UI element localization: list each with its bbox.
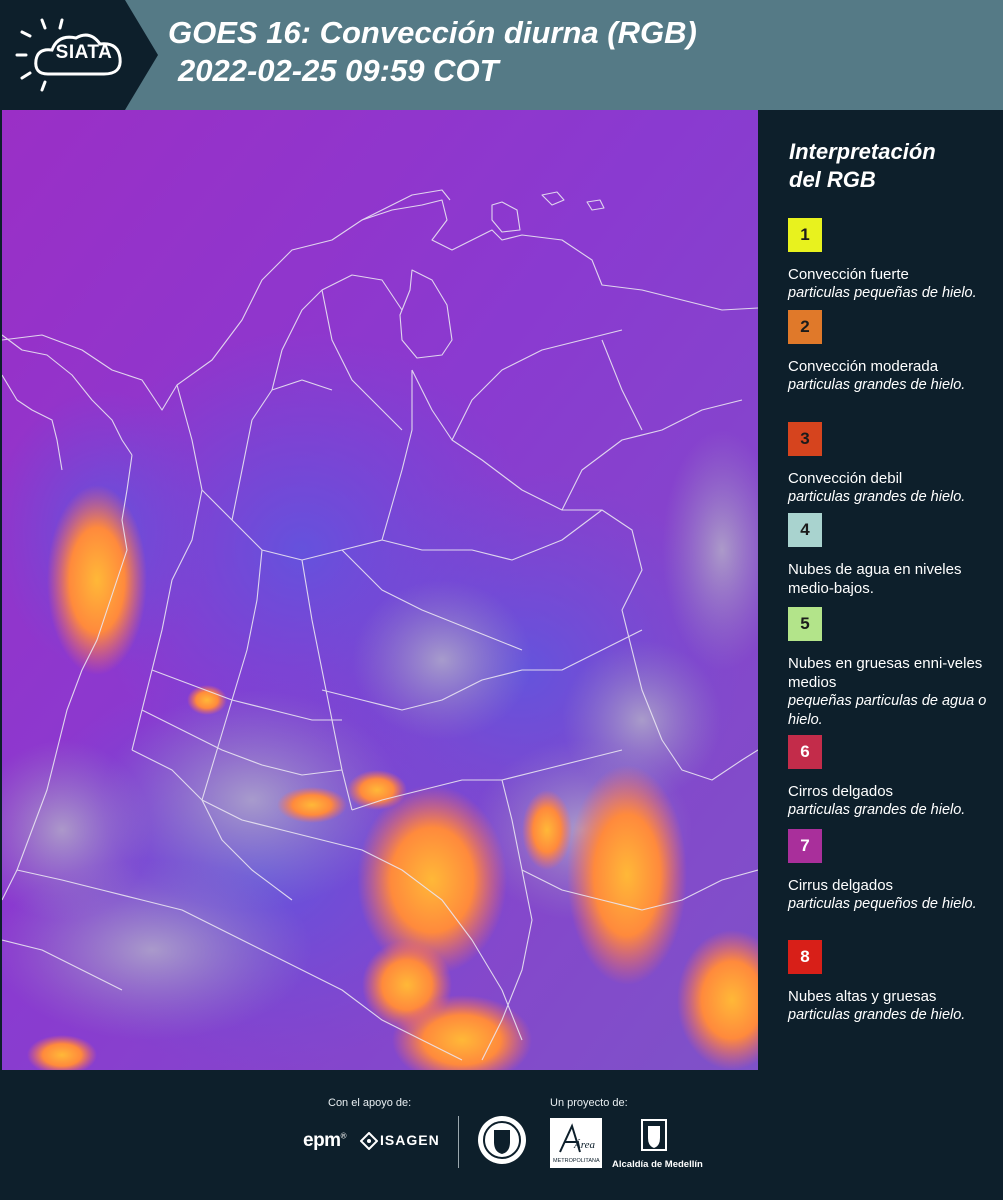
legend-item-name: Nubes altas y gruesas	[788, 988, 937, 1005]
footer-divider	[458, 1116, 459, 1168]
epm-logo: epm®	[303, 1130, 347, 1151]
legend-item-5: 5 Nubes en gruesas enni-veles medios peq…	[788, 607, 988, 730]
legend-swatch: 4	[788, 513, 822, 547]
area-logo-word: Área	[573, 1139, 595, 1151]
epm-logo-text: epm	[303, 1130, 341, 1151]
legend-item-2: 2 Convección moderada particulas grandes…	[788, 310, 988, 395]
isagen-logo-icon	[360, 1132, 378, 1150]
legend-title-line-1: Interpretación	[789, 139, 936, 164]
legend-item-8: 8 Nubes altas y gruesas particulas grand…	[788, 940, 988, 1025]
legend-swatch: 3	[788, 422, 822, 456]
city-seal-icon	[478, 1116, 526, 1164]
legend-title: Interpretación del RGB	[789, 138, 989, 194]
legend-swatch: 1	[788, 218, 822, 252]
legend-item-desc: particulas grandes de hielo.	[788, 489, 966, 505]
legend-swatch: 2	[788, 310, 822, 344]
legend-item-name: Nubes en gruesas enni-veles medios	[788, 655, 983, 691]
legend-swatch: 6	[788, 735, 822, 769]
legend-item-6: 6 Cirros delgados particulas grandes de …	[788, 735, 988, 820]
area-metropolitana-logo: Área METROPOLITANA	[550, 1118, 602, 1168]
legend-panel: Interpretación del RGB 1 Convección fuer…	[760, 110, 1003, 1070]
header-bar: SIATA GOES 16: Convección diurna (RGB) 2…	[0, 0, 1003, 110]
rgb-composite-image	[2, 110, 758, 1070]
title-line-2: 2022-02-25 09:59 COT	[178, 53, 499, 88]
legend-item-1: 1 Convección fuerte particulas pequeñas …	[788, 218, 988, 303]
page-title: GOES 16: Convección diurna (RGB) 2022-02…	[168, 14, 988, 90]
legend-item-desc: particulas grandes de hielo.	[788, 802, 966, 818]
legend-title-line-2: del RGB	[789, 167, 876, 192]
area-logo-sub: METROPOLITANA	[553, 1158, 600, 1164]
area-metropolitana-icon: Área METROPOLITANA	[553, 1123, 600, 1164]
siata-logo: SIATA	[0, 0, 158, 110]
legend-swatch: 8	[788, 940, 822, 974]
legend-item-desc: particulas grandes de hielo.	[788, 377, 966, 393]
legend-item-3: 3 Convección debil particulas grandes de…	[788, 422, 988, 507]
legend-item-name: Convección fuerte	[788, 266, 909, 283]
legend-item-desc: particulas pequeñas de hielo.	[788, 285, 977, 301]
satellite-map[interactable]	[2, 110, 758, 1070]
footer: Con el apoyo de: Un proyecto de: epm® IS…	[0, 1070, 1003, 1200]
legend-item-name: Convección debil	[788, 470, 903, 487]
legend-item-desc: particulas pequeños de hielo.	[788, 896, 977, 912]
isagen-logo-text: ISAGEN	[380, 1132, 440, 1148]
title-line-1: GOES 16: Convección diurna (RGB)	[168, 15, 697, 50]
legend-item-desc: pequeñas particulas de agua o hielo.	[788, 693, 987, 728]
legend-swatch: 7	[788, 829, 822, 863]
alcaldia-shield-icon	[641, 1119, 667, 1151]
logo-text: SIATA	[55, 42, 113, 63]
legend-item-7: 7 Cirrus delgados particulas pequeños de…	[788, 829, 988, 914]
legend-swatch: 5	[788, 607, 822, 641]
support-label: Con el apoyo de:	[328, 1097, 412, 1109]
legend-item-desc: particulas grandes de hielo.	[788, 1007, 966, 1023]
legend-item-name: Cirrus delgados	[788, 877, 894, 894]
project-label: Un proyecto de:	[550, 1097, 628, 1109]
legend-item-name: Nubes de agua en niveles medio-bajos.	[788, 561, 962, 597]
alcaldia-logo-text: Alcaldía de Medellín	[612, 1159, 703, 1170]
legend-item-name: Convección moderada	[788, 358, 939, 375]
legend-item-4: 4 Nubes de agua en niveles medio-bajos.	[788, 513, 988, 598]
legend-item-name: Cirros delgados	[788, 783, 894, 800]
